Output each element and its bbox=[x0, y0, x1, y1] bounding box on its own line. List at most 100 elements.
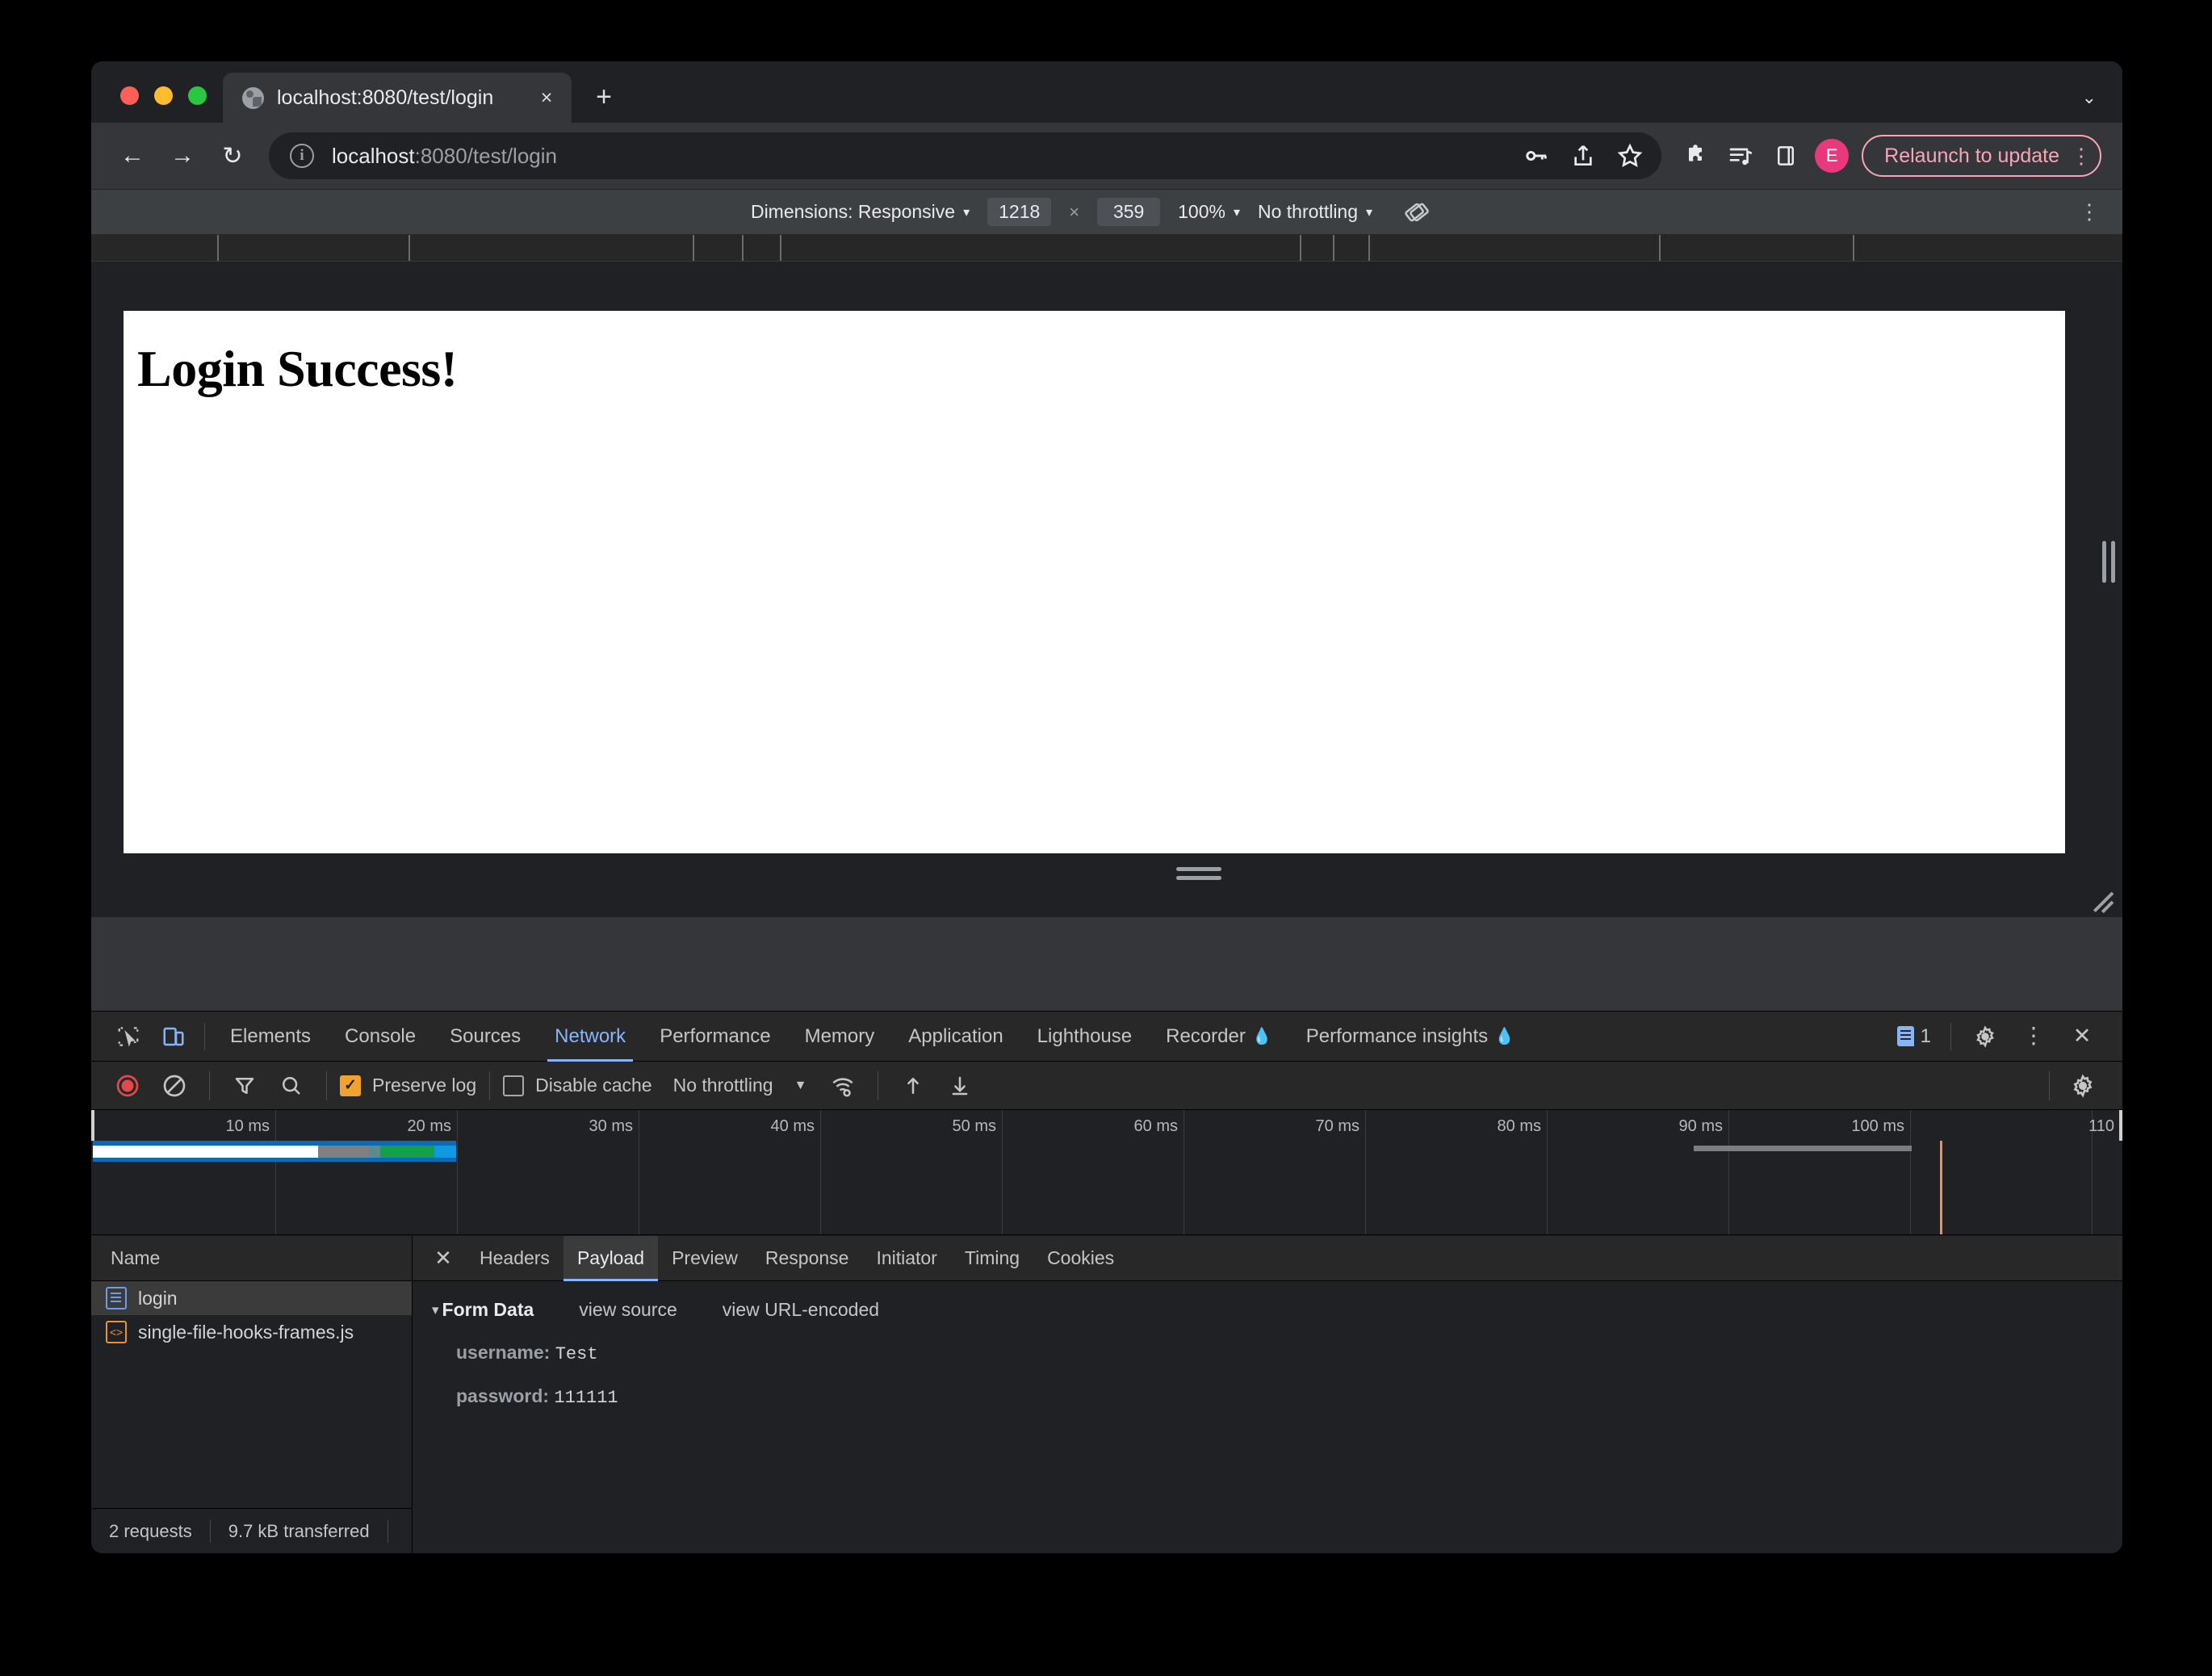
search-icon[interactable] bbox=[270, 1064, 313, 1108]
tab-label: Network bbox=[555, 1024, 626, 1047]
tab-performance[interactable]: Performance bbox=[643, 1012, 787, 1062]
disable-cache-checkbox[interactable]: Disable cache bbox=[503, 1075, 652, 1096]
browser-tab[interactable]: localhost:8080/test/login × bbox=[223, 73, 572, 123]
column-header-name: Name bbox=[111, 1247, 161, 1268]
tab-label: Recorder bbox=[1166, 1024, 1246, 1047]
share-icon[interactable] bbox=[1563, 136, 1603, 176]
tab-timing[interactable]: Timing bbox=[951, 1236, 1033, 1281]
overview-waterfall-segments bbox=[93, 1146, 456, 1158]
chevron-down-icon[interactable]: ▾ bbox=[432, 1302, 439, 1318]
viewport-height-resize-handle[interactable] bbox=[1176, 865, 1221, 882]
tab-lighthouse[interactable]: Lighthouse bbox=[1020, 1012, 1149, 1062]
table-row[interactable]: <> single-file-hooks-frames.js bbox=[91, 1315, 412, 1349]
device-height-input[interactable]: 359 bbox=[1097, 198, 1161, 226]
tab-label: Performance bbox=[660, 1024, 771, 1047]
device-dimensions-select[interactable]: Dimensions: Responsive ▾ bbox=[751, 201, 970, 223]
table-row[interactable]: login bbox=[91, 1281, 412, 1315]
chevron-down-icon: ▾ bbox=[963, 205, 970, 220]
avatar[interactable]: E bbox=[1815, 139, 1850, 173]
side-panel-icon[interactable] bbox=[1765, 135, 1807, 177]
experiment-flask-icon: 💧 bbox=[1251, 1028, 1272, 1045]
extensions-puzzle-icon[interactable] bbox=[1674, 135, 1716, 177]
tab-cookies[interactable]: Cookies bbox=[1033, 1236, 1128, 1281]
preserve-log-checkbox[interactable]: ✓ Preserve log bbox=[340, 1075, 476, 1096]
view-source-link[interactable]: view source bbox=[579, 1299, 677, 1321]
chrome-menu-icon[interactable]: ⋮ bbox=[2071, 145, 2092, 166]
network-throttling-select[interactable]: No throttling ▼ bbox=[673, 1075, 807, 1096]
form-data-value[interactable]: Test bbox=[555, 1344, 598, 1364]
rotate-icon[interactable] bbox=[1403, 199, 1431, 226]
form-data-value[interactable]: 111111 bbox=[554, 1388, 618, 1408]
tab-sources[interactable]: Sources bbox=[433, 1012, 538, 1062]
load-event-marker bbox=[1940, 1141, 1942, 1234]
tab-network[interactable]: Network bbox=[538, 1012, 643, 1062]
issues-badge[interactable]: 1 bbox=[1896, 1024, 1939, 1048]
overview-tick-label: 10 ms bbox=[225, 1117, 270, 1135]
tab-payload[interactable]: Payload bbox=[563, 1235, 659, 1281]
tab-console[interactable]: Console bbox=[328, 1012, 433, 1062]
tab-label: Initiator bbox=[876, 1247, 937, 1268]
filter-funnel-icon[interactable] bbox=[223, 1064, 266, 1108]
form-data-section-header[interactable]: ▾ Form Data view source view URL-encoded bbox=[432, 1299, 2122, 1321]
segment-receiving bbox=[434, 1146, 456, 1158]
minimize-window-button[interactable] bbox=[154, 86, 173, 105]
maximize-window-button[interactable] bbox=[188, 86, 207, 105]
devtools-more-icon[interactable]: ⋮ bbox=[2011, 1014, 2056, 1059]
import-har-icon[interactable] bbox=[891, 1064, 935, 1108]
tab-initiator[interactable]: Initiator bbox=[862, 1236, 950, 1281]
relaunch-label: Relaunch to update bbox=[1884, 144, 2059, 167]
tab-headers[interactable]: Headers bbox=[466, 1236, 563, 1281]
close-icon[interactable]: × bbox=[533, 84, 560, 111]
close-window-button[interactable] bbox=[120, 86, 139, 105]
gear-icon[interactable] bbox=[2061, 1064, 2105, 1108]
overview-tick-label: 30 ms bbox=[589, 1117, 633, 1135]
network-conditions-icon[interactable] bbox=[821, 1064, 865, 1108]
reload-button[interactable]: ↻ bbox=[209, 132, 256, 179]
request-list-column-header[interactable]: Name bbox=[91, 1236, 412, 1281]
star-icon[interactable] bbox=[1610, 136, 1650, 176]
device-width-input[interactable]: 1218 bbox=[987, 198, 1052, 226]
tab-preview[interactable]: Preview bbox=[658, 1236, 752, 1281]
address-bar-actions bbox=[1516, 136, 1650, 176]
media-playlist-icon[interactable] bbox=[1720, 135, 1762, 177]
new-tab-button[interactable]: + bbox=[584, 78, 623, 116]
viewport-width-resize-handle[interactable] bbox=[2101, 539, 2117, 585]
clear-icon[interactable] bbox=[153, 1064, 196, 1108]
relaunch-to-update-button[interactable]: Relaunch to update ⋮ bbox=[1862, 135, 2101, 177]
address-bar-path: :8080/test/login bbox=[414, 143, 557, 168]
overview-tick-label: 40 ms bbox=[770, 1117, 815, 1135]
tab-elements[interactable]: Elements bbox=[213, 1012, 328, 1062]
tab-response[interactable]: Response bbox=[752, 1236, 863, 1281]
overview-left-handle[interactable] bbox=[91, 1110, 94, 1141]
tab-performance-insights[interactable]: Performance insights 💧 bbox=[1289, 1012, 1531, 1062]
toggle-device-toolbar-icon[interactable] bbox=[151, 1014, 196, 1059]
device-mode-toolbar: Dimensions: Responsive ▾ 1218 × 359 100%… bbox=[91, 189, 2122, 234]
device-toolbar-more-icon[interactable]: ⋮ bbox=[2079, 201, 2100, 222]
export-har-icon[interactable] bbox=[938, 1064, 982, 1108]
page-viewport[interactable]: Login Success! bbox=[124, 311, 2065, 853]
viewport-corner-resize-handle[interactable] bbox=[2085, 878, 2114, 914]
network-overview-timeline[interactable]: 10 ms 20 ms 30 ms 40 ms 50 ms 60 ms 70 m… bbox=[91, 1110, 2122, 1235]
address-bar[interactable]: i localhost:8080/test/login bbox=[269, 132, 1662, 179]
forward-button[interactable]: → bbox=[159, 132, 206, 179]
divider bbox=[489, 1071, 491, 1100]
chevron-down-icon[interactable]: ⌄ bbox=[2082, 87, 2097, 108]
key-icon[interactable] bbox=[1516, 136, 1556, 176]
browser-tab-title: localhost:8080/test/login bbox=[277, 86, 494, 109]
issues-count-label: 1 bbox=[1920, 1024, 1931, 1047]
back-button[interactable]: ← bbox=[109, 132, 156, 179]
device-zoom-select[interactable]: 100% ▾ bbox=[1178, 201, 1240, 223]
overview-tick-label: 50 ms bbox=[952, 1117, 996, 1135]
record-stop-icon[interactable] bbox=[106, 1064, 149, 1108]
tab-memory[interactable]: Memory bbox=[788, 1012, 892, 1062]
device-throttling-select[interactable]: No throttling ▾ bbox=[1258, 201, 1372, 223]
inspect-element-icon[interactable] bbox=[106, 1014, 151, 1059]
site-info-icon[interactable]: i bbox=[290, 144, 314, 168]
gear-icon[interactable] bbox=[1963, 1014, 2008, 1059]
tab-application[interactable]: Application bbox=[891, 1012, 1020, 1062]
close-devtools-icon[interactable]: ✕ bbox=[2059, 1014, 2105, 1059]
view-url-encoded-link[interactable]: view URL-encoded bbox=[723, 1299, 879, 1321]
tab-label: Preview bbox=[672, 1247, 738, 1268]
tab-recorder[interactable]: Recorder 💧 bbox=[1149, 1012, 1289, 1062]
close-detail-icon[interactable]: ✕ bbox=[421, 1236, 466, 1281]
